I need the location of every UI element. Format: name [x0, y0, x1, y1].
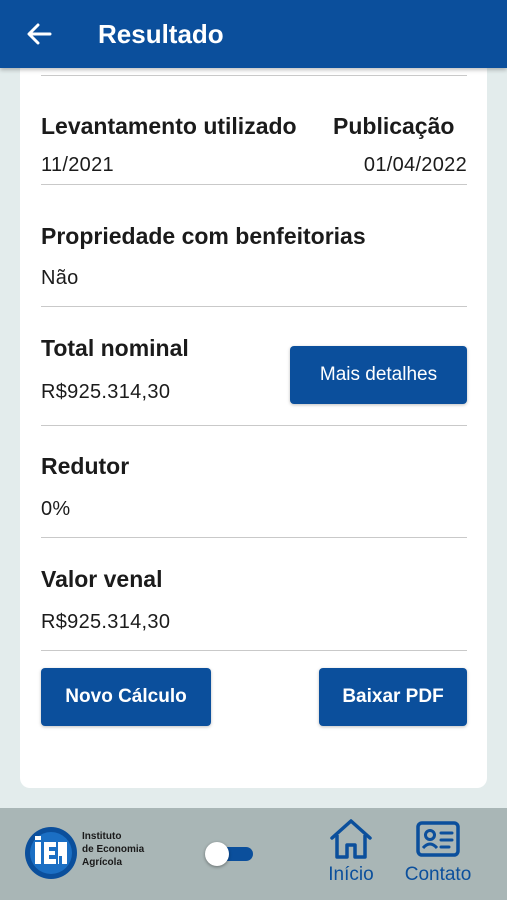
logo-text-line: Instituto — [82, 831, 122, 842]
divider — [41, 184, 467, 185]
divider — [41, 425, 467, 426]
arrow-left-icon — [27, 23, 52, 45]
propriedade-value: Não — [41, 267, 79, 289]
divider — [41, 306, 467, 307]
publicacao-value: 01/04/2022 — [363, 154, 467, 176]
back-button[interactable] — [19, 14, 59, 54]
nav-inicio-label: Início — [328, 864, 374, 885]
redutor-value: 0% — [41, 498, 71, 520]
levantamento-value: 11/2021 — [41, 154, 114, 176]
logo-text-line: de Economia — [82, 844, 145, 855]
iea-logo-text: Instituto de Economia Agrícola — [82, 830, 144, 869]
publicacao-label: Publicação — [333, 113, 455, 139]
contact-card-icon — [416, 821, 460, 857]
levantamento-label: Levantamento utilizado — [41, 113, 297, 139]
divider — [41, 75, 467, 76]
more-details-button[interactable]: Mais detalhes — [290, 346, 467, 404]
iea-logo: Instituto de Economia Agrícola — [24, 826, 154, 882]
redutor-label: Redutor — [41, 453, 130, 479]
propriedade-label: Propriedade com benfeitorias — [41, 223, 366, 249]
app-bar: Resultado — [0, 0, 507, 68]
divider — [41, 537, 467, 538]
result-card: Levantamento utilizado Publicação 11/202… — [20, 60, 487, 788]
iea-logo-icon — [25, 827, 77, 879]
divider — [41, 650, 467, 651]
new-calculation-button[interactable]: Novo Cálculo — [41, 668, 211, 726]
bottom-bar: Instituto de Economia Agrícola Início Co… — [0, 808, 507, 900]
page-title: Resultado — [98, 18, 224, 49]
nav-inicio[interactable]: Início — [322, 818, 380, 886]
home-icon — [330, 819, 372, 859]
valor-venal-value: R$925.314,30 — [41, 611, 171, 633]
logo-text-line: Agrícola — [82, 857, 123, 868]
total-nominal-label: Total nominal — [41, 335, 189, 361]
valor-venal-label: Valor venal — [41, 566, 163, 592]
nav-contato-label: Contato — [404, 864, 472, 885]
theme-toggle[interactable] — [205, 842, 255, 866]
download-pdf-button[interactable]: Baixar PDF — [319, 668, 467, 726]
nav-contato[interactable]: Contato — [397, 818, 479, 886]
total-nominal-value: R$925.314,30 — [41, 381, 171, 403]
toggle-knob — [205, 842, 229, 866]
